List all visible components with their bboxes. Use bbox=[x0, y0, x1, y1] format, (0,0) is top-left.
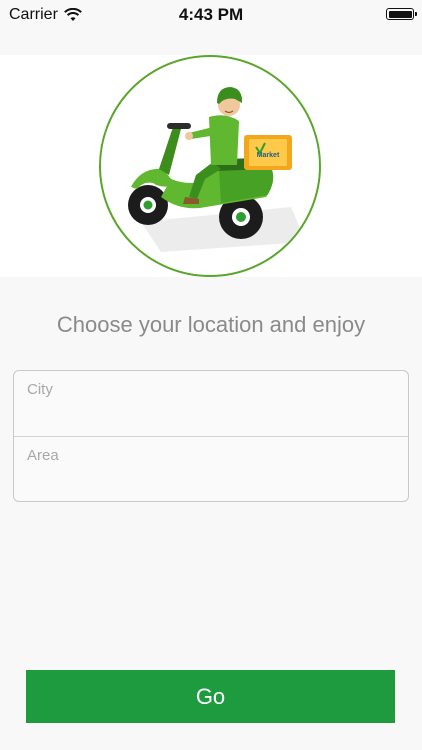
battery-icon bbox=[386, 8, 417, 20]
hero-section: Market bbox=[0, 55, 422, 277]
area-input[interactable] bbox=[27, 447, 387, 464]
battery-fill bbox=[388, 10, 412, 18]
location-form bbox=[13, 370, 409, 502]
hero-circle: Market bbox=[99, 55, 321, 277]
city-field-row bbox=[14, 371, 408, 436]
headline: Choose your location and enjoy bbox=[56, 312, 366, 337]
status-bar: Carrier 4:43 PM bbox=[0, 0, 422, 40]
delivery-scooter-illustration: Market bbox=[128, 87, 306, 252]
status-time: 4:43 PM bbox=[178, 5, 244, 24]
city-input[interactable] bbox=[27, 381, 387, 398]
area-field-row bbox=[14, 437, 408, 502]
go-button[interactable]: Go bbox=[26, 670, 395, 723]
